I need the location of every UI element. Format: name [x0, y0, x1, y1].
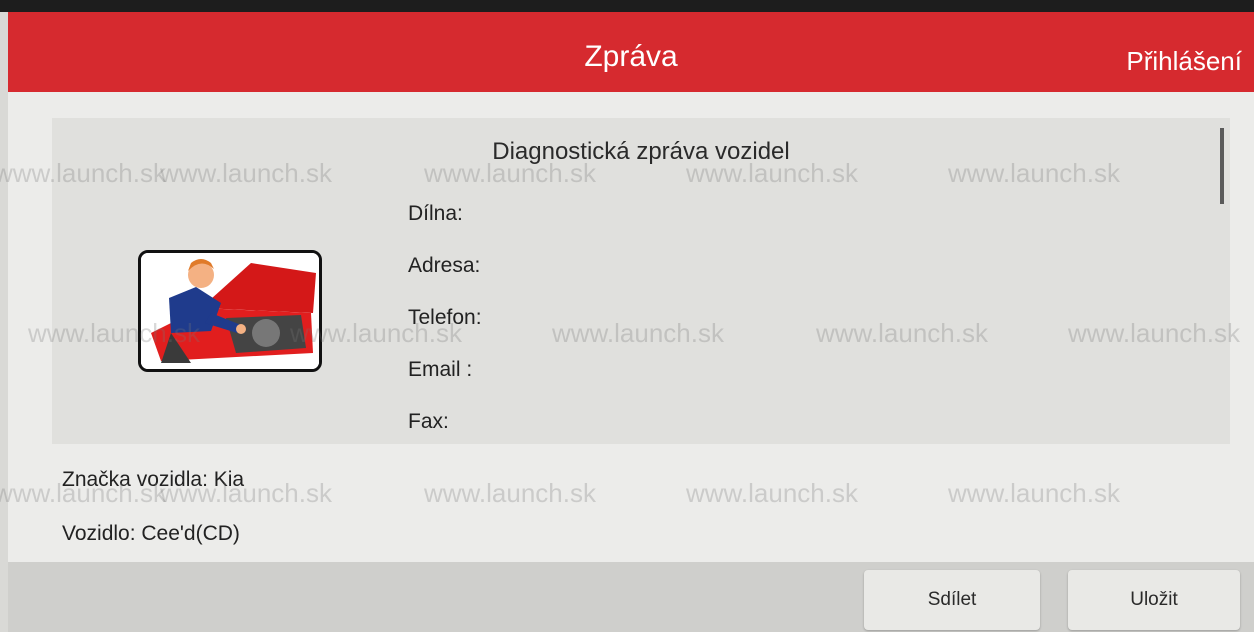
- report-card: Diagnostická zpráva vozidel Dílna: Adres…: [52, 118, 1230, 444]
- share-button[interactable]: Sdílet: [864, 570, 1040, 630]
- field-telefon: Telefon:: [408, 306, 482, 329]
- field-adresa: Adresa:: [408, 254, 481, 277]
- field-dilna: Dílna:: [408, 202, 463, 225]
- status-bar: [0, 0, 1254, 12]
- mechanic-illustration-svg: [141, 253, 319, 369]
- report-title: Diagnostická zpráva vozidel: [492, 138, 790, 165]
- app-header: Zpráva Přihlášení: [8, 12, 1254, 92]
- report-content: Diagnostická zpráva vozidel Dílna: Adres…: [8, 92, 1254, 562]
- scrollbar[interactable]: [1220, 128, 1224, 204]
- action-bar: Sdílet Uložit: [8, 562, 1254, 632]
- vehicle-model: Vozidlo: Cee'd(CD): [62, 522, 240, 545]
- page-title: Zpráva: [584, 40, 678, 73]
- login-link[interactable]: Přihlášení: [1126, 46, 1242, 77]
- vehicle-brand: Značka vozidla: Kia: [62, 468, 245, 491]
- save-button[interactable]: Uložit: [1068, 570, 1240, 630]
- field-email: Email :: [408, 358, 473, 381]
- mechanic-illustration-icon: [138, 250, 322, 372]
- field-fax: Fax:: [408, 410, 449, 433]
